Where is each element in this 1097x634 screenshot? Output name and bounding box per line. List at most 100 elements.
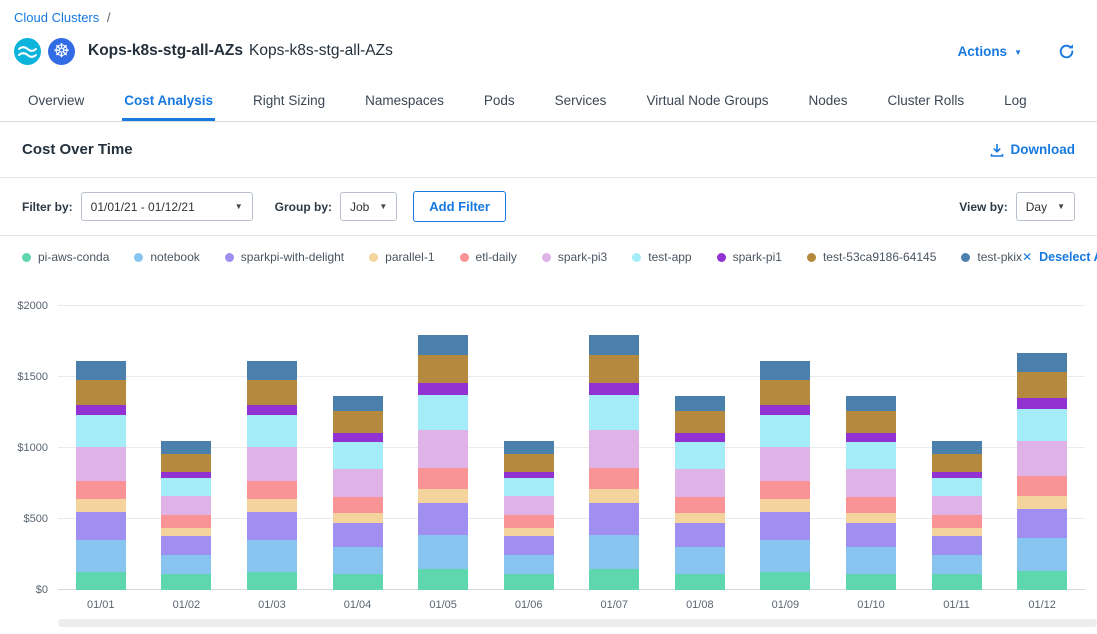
legend-item-spark-pi1[interactable]: spark-pi1 [717, 250, 782, 264]
deselect-all-button[interactable]: ✕ Deselect All [1022, 250, 1097, 264]
stacked-bar-01-03[interactable] [247, 306, 297, 590]
bar-segment-test-app[interactable] [247, 415, 297, 446]
legend-item-notebook[interactable]: notebook [134, 250, 199, 264]
bar-segment-sparkpi-with-delight[interactable] [846, 523, 896, 547]
bar-segment-notebook[interactable] [504, 555, 554, 575]
bar-segment-test-53ca9186-64145[interactable] [1017, 372, 1067, 398]
bar-segment-pi-aws-conda[interactable] [589, 569, 639, 590]
stacked-bar-01-02[interactable] [161, 306, 211, 590]
stacked-bar-01-09[interactable] [760, 306, 810, 590]
bar-segment-spark-pi1[interactable] [418, 383, 468, 394]
bar-segment-test-53ca9186-64145[interactable] [333, 411, 383, 433]
stacked-bar-01-11[interactable] [932, 306, 982, 590]
stacked-bar-01-01[interactable] [76, 306, 126, 590]
bar-segment-spark-pi3[interactable] [161, 496, 211, 514]
legend-item-test-app[interactable]: test-app [632, 250, 691, 264]
bar-segment-spark-pi1[interactable] [760, 405, 810, 415]
download-button[interactable]: Download [990, 142, 1076, 157]
bar-segment-notebook[interactable] [333, 547, 383, 573]
bar-segment-test-53ca9186-64145[interactable] [846, 411, 896, 433]
bar-segment-notebook[interactable] [760, 540, 810, 571]
bar-segment-pi-aws-conda[interactable] [1017, 571, 1067, 590]
bar-segment-spark-pi3[interactable] [504, 496, 554, 514]
bar-segment-parallel-1[interactable] [846, 513, 896, 524]
view-by-select[interactable]: Day ▼ [1016, 192, 1075, 221]
bar-segment-spark-pi3[interactable] [76, 447, 126, 481]
bar-segment-etl-daily[interactable] [418, 468, 468, 489]
bar-segment-test-53ca9186-64145[interactable] [247, 380, 297, 406]
bar-segment-etl-daily[interactable] [932, 515, 982, 528]
bar-segment-parallel-1[interactable] [760, 499, 810, 512]
bar-segment-pi-aws-conda[interactable] [675, 574, 725, 590]
bar-segment-notebook[interactable] [589, 535, 639, 570]
bar-segment-pi-aws-conda[interactable] [418, 569, 468, 590]
bar-segment-test-53ca9186-64145[interactable] [418, 355, 468, 383]
bar-segment-etl-daily[interactable] [1017, 476, 1067, 495]
tab-right-sizing[interactable]: Right Sizing [251, 82, 327, 121]
bar-segment-test-app[interactable] [76, 415, 126, 446]
bar-segment-test-pkix[interactable] [846, 396, 896, 412]
bar-segment-etl-daily[interactable] [846, 497, 896, 513]
bar-segment-test-pkix[interactable] [1017, 353, 1067, 372]
bar-segment-spark-pi1[interactable] [1017, 398, 1067, 409]
bar-segment-parallel-1[interactable] [76, 499, 126, 512]
bar-segment-test-app[interactable] [846, 442, 896, 469]
tab-nodes[interactable]: Nodes [807, 82, 850, 121]
bar-segment-parallel-1[interactable] [504, 528, 554, 537]
bar-segment-test-app[interactable] [504, 478, 554, 496]
bar-segment-pi-aws-conda[interactable] [333, 574, 383, 590]
legend-item-spark-pi3[interactable]: spark-pi3 [542, 250, 607, 264]
tab-virtual-node-groups[interactable]: Virtual Node Groups [644, 82, 770, 121]
bar-segment-spark-pi3[interactable] [932, 496, 982, 514]
bar-segment-spark-pi3[interactable] [418, 430, 468, 468]
bar-segment-sparkpi-with-delight[interactable] [675, 523, 725, 547]
bar-segment-notebook[interactable] [76, 540, 126, 571]
tab-log[interactable]: Log [1002, 82, 1029, 121]
bar-segment-sparkpi-with-delight[interactable] [504, 536, 554, 554]
bar-segment-notebook[interactable] [161, 555, 211, 575]
bar-segment-pi-aws-conda[interactable] [846, 574, 896, 590]
bar-segment-test-pkix[interactable] [504, 441, 554, 454]
bar-segment-spark-pi1[interactable] [247, 405, 297, 415]
bar-segment-notebook[interactable] [675, 547, 725, 573]
bar-segment-notebook[interactable] [247, 540, 297, 571]
bar-segment-spark-pi1[interactable] [333, 433, 383, 442]
bar-segment-etl-daily[interactable] [760, 481, 810, 499]
bar-segment-parallel-1[interactable] [675, 513, 725, 524]
bar-segment-pi-aws-conda[interactable] [247, 572, 297, 590]
legend-item-test-pkix[interactable]: test-pkix [961, 250, 1022, 264]
bar-segment-parallel-1[interactable] [247, 499, 297, 512]
bar-segment-spark-pi3[interactable] [333, 469, 383, 497]
bar-segment-sparkpi-with-delight[interactable] [589, 503, 639, 535]
bar-segment-sparkpi-with-delight[interactable] [418, 503, 468, 535]
bar-segment-sparkpi-with-delight[interactable] [932, 536, 982, 554]
bar-segment-sparkpi-with-delight[interactable] [1017, 509, 1067, 538]
bar-segment-notebook[interactable] [846, 547, 896, 573]
bar-segment-test-53ca9186-64145[interactable] [760, 380, 810, 406]
bar-segment-notebook[interactable] [1017, 538, 1067, 571]
bar-segment-spark-pi3[interactable] [1017, 441, 1067, 477]
bar-segment-test-pkix[interactable] [247, 361, 297, 379]
bar-segment-test-pkix[interactable] [675, 396, 725, 412]
bar-segment-test-53ca9186-64145[interactable] [161, 454, 211, 471]
bar-segment-test-app[interactable] [333, 442, 383, 469]
bar-segment-pi-aws-conda[interactable] [760, 572, 810, 590]
bar-segment-test-pkix[interactable] [161, 441, 211, 454]
horizontal-scrollbar[interactable] [58, 619, 1097, 627]
add-filter-button[interactable]: Add Filter [413, 191, 506, 222]
bar-segment-test-app[interactable] [1017, 409, 1067, 441]
bar-segment-sparkpi-with-delight[interactable] [247, 512, 297, 540]
bar-segment-test-pkix[interactable] [333, 396, 383, 412]
tab-namespaces[interactable]: Namespaces [363, 82, 446, 121]
bar-segment-parallel-1[interactable] [1017, 496, 1067, 509]
bar-segment-test-53ca9186-64145[interactable] [76, 380, 126, 406]
legend-item-test-53ca9186-64145[interactable]: test-53ca9186-64145 [807, 250, 936, 264]
bar-segment-pi-aws-conda[interactable] [76, 572, 126, 590]
tab-pods[interactable]: Pods [482, 82, 517, 121]
bar-segment-etl-daily[interactable] [161, 515, 211, 528]
stacked-bar-01-07[interactable] [589, 306, 639, 590]
bar-segment-test-app[interactable] [675, 442, 725, 469]
bar-segment-spark-pi3[interactable] [675, 469, 725, 497]
legend-item-etl-daily[interactable]: etl-daily [460, 250, 517, 264]
tab-cluster-rolls[interactable]: Cluster Rolls [886, 82, 967, 121]
